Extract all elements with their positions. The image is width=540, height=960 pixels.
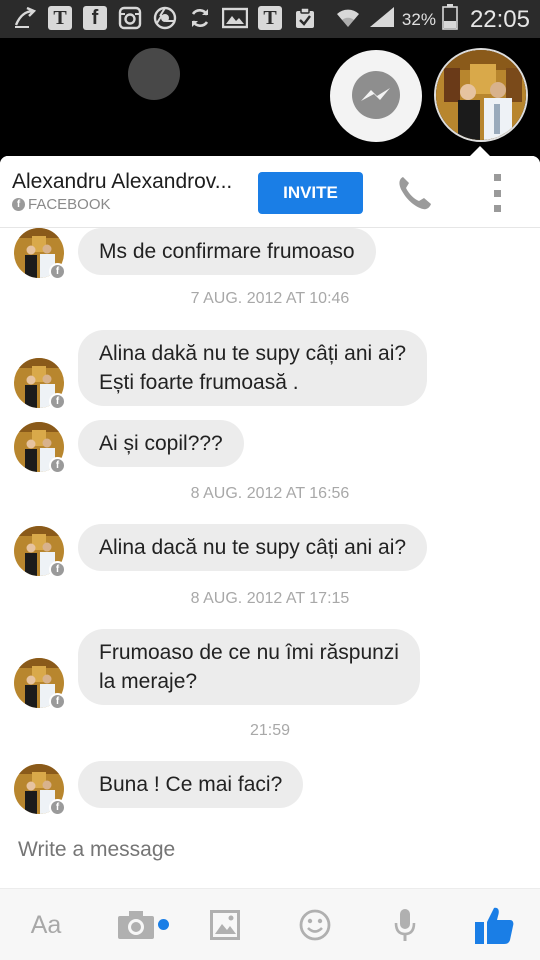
message-bubble[interactable]: Alina dakă nu te supy câți ani ai? Ești … [78,330,428,406]
message-bubble[interactable]: Frumoaso de ce nu îmi răspunzi la meraje… [78,629,420,705]
more-options-icon[interactable] [490,174,504,212]
message-bubble[interactable]: Ai și copil??? [78,420,244,467]
gallery-icon[interactable] [208,905,242,945]
timestamp: 21:59 [249,722,291,739]
chat-head-pointer [470,146,490,156]
facebook-small-icon: f [12,198,25,211]
facebook-badge-icon: f [49,799,66,816]
t-box-icon: T [47,5,73,31]
facebook-badge-icon: f [49,561,66,578]
messenger-icon [352,71,400,119]
sender-avatar[interactable]: f [14,526,66,578]
contact-chat-head[interactable] [434,48,528,142]
touch-indicator [128,48,180,100]
sender-avatar[interactable]: f [14,764,66,816]
facebook-badge-icon: f [49,457,66,474]
facebook-badge-icon: f [49,393,66,410]
invite-button[interactable]: INVITE [258,172,363,214]
message-text: la meraje? [99,670,198,693]
sender-avatar[interactable]: f [14,658,66,710]
wifi-icon [334,5,362,34]
facebook-badge-icon: f [49,263,66,280]
message-text: Alina dacă nu te supy câți ani ai? [99,536,407,559]
text-button[interactable]: Aa [24,905,68,945]
message-bubble[interactable]: Alina dacă nu te supy câți ani ai? [78,524,428,571]
message-text: Buna ! Ce mai faci? [99,773,283,796]
contact-source: f FACEBOOK [12,196,111,213]
emoji-icon[interactable] [297,905,333,945]
facebook-badge-icon: f [49,693,66,710]
message-bubble[interactable]: Ms de confirmare frumoaso [78,228,376,275]
t-box-icon: T [257,5,283,31]
phone-icon[interactable] [394,174,434,212]
microphone-icon[interactable] [390,905,420,945]
message-bubble[interactable]: Buna ! Ce mai faci? [78,761,304,808]
camera-icon[interactable] [116,905,156,945]
sender-avatar[interactable]: f [14,358,66,410]
contact-name[interactable]: Alexandru Alexandrov... [12,170,232,194]
sync-icon [187,5,213,31]
sender-avatar[interactable]: f [14,228,66,280]
notification-icons: T f T [12,5,318,31]
compose-toolbar: Aa [0,888,540,960]
sender-avatar[interactable]: f [14,422,66,474]
message-text: Alina dakă nu te supy câți ani ai? [99,342,407,365]
message-text: Frumoaso de ce nu îmi răspunzi [99,641,399,664]
message-text: Ai și copil??? [99,432,223,455]
status-bar: T f T 32% 22:05 [0,0,540,38]
timestamp: 8 AUG. 2012 AT 16:56 [190,485,350,502]
message-text: Ești foarte frumoasă . [99,371,299,394]
message-text: Ms de confirmare frumoaso [99,240,355,263]
battery-icon [442,4,458,35]
compose-area [0,824,540,886]
timestamp: 7 AUG. 2012 AT 10:46 [190,290,350,307]
clock: 22:05 [469,5,530,33]
system-indicators: 32% 22:05 [334,4,530,35]
chat-header: Alexandru Alexandrov... f FACEBOOK INVIT… [0,156,540,228]
chrome-icon [152,5,178,31]
timestamp: 8 AUG. 2012 AT 17:15 [190,590,350,607]
back-swoop-icon [12,5,38,31]
clipboard-check-icon [292,5,318,31]
message-input[interactable] [18,838,518,862]
new-indicator-dot [158,919,169,930]
chat-panel: Alexandru Alexandrov... f FACEBOOK INVIT… [0,156,540,960]
instagram-icon [117,5,143,31]
message-thread: f Ms de confirmare frumoaso 7 AUG. 2012 … [0,228,540,838]
signal-icon [368,5,396,34]
facebook-icon: f [82,5,108,31]
like-thumb-icon[interactable] [470,905,518,945]
battery-percent: 32% [401,9,436,29]
chat-heads-area [0,38,540,156]
messenger-chat-head[interactable] [330,50,422,142]
contact-photo [436,50,526,140]
contact-source-label: FACEBOOK [28,196,111,213]
gallery-icon [222,5,248,31]
